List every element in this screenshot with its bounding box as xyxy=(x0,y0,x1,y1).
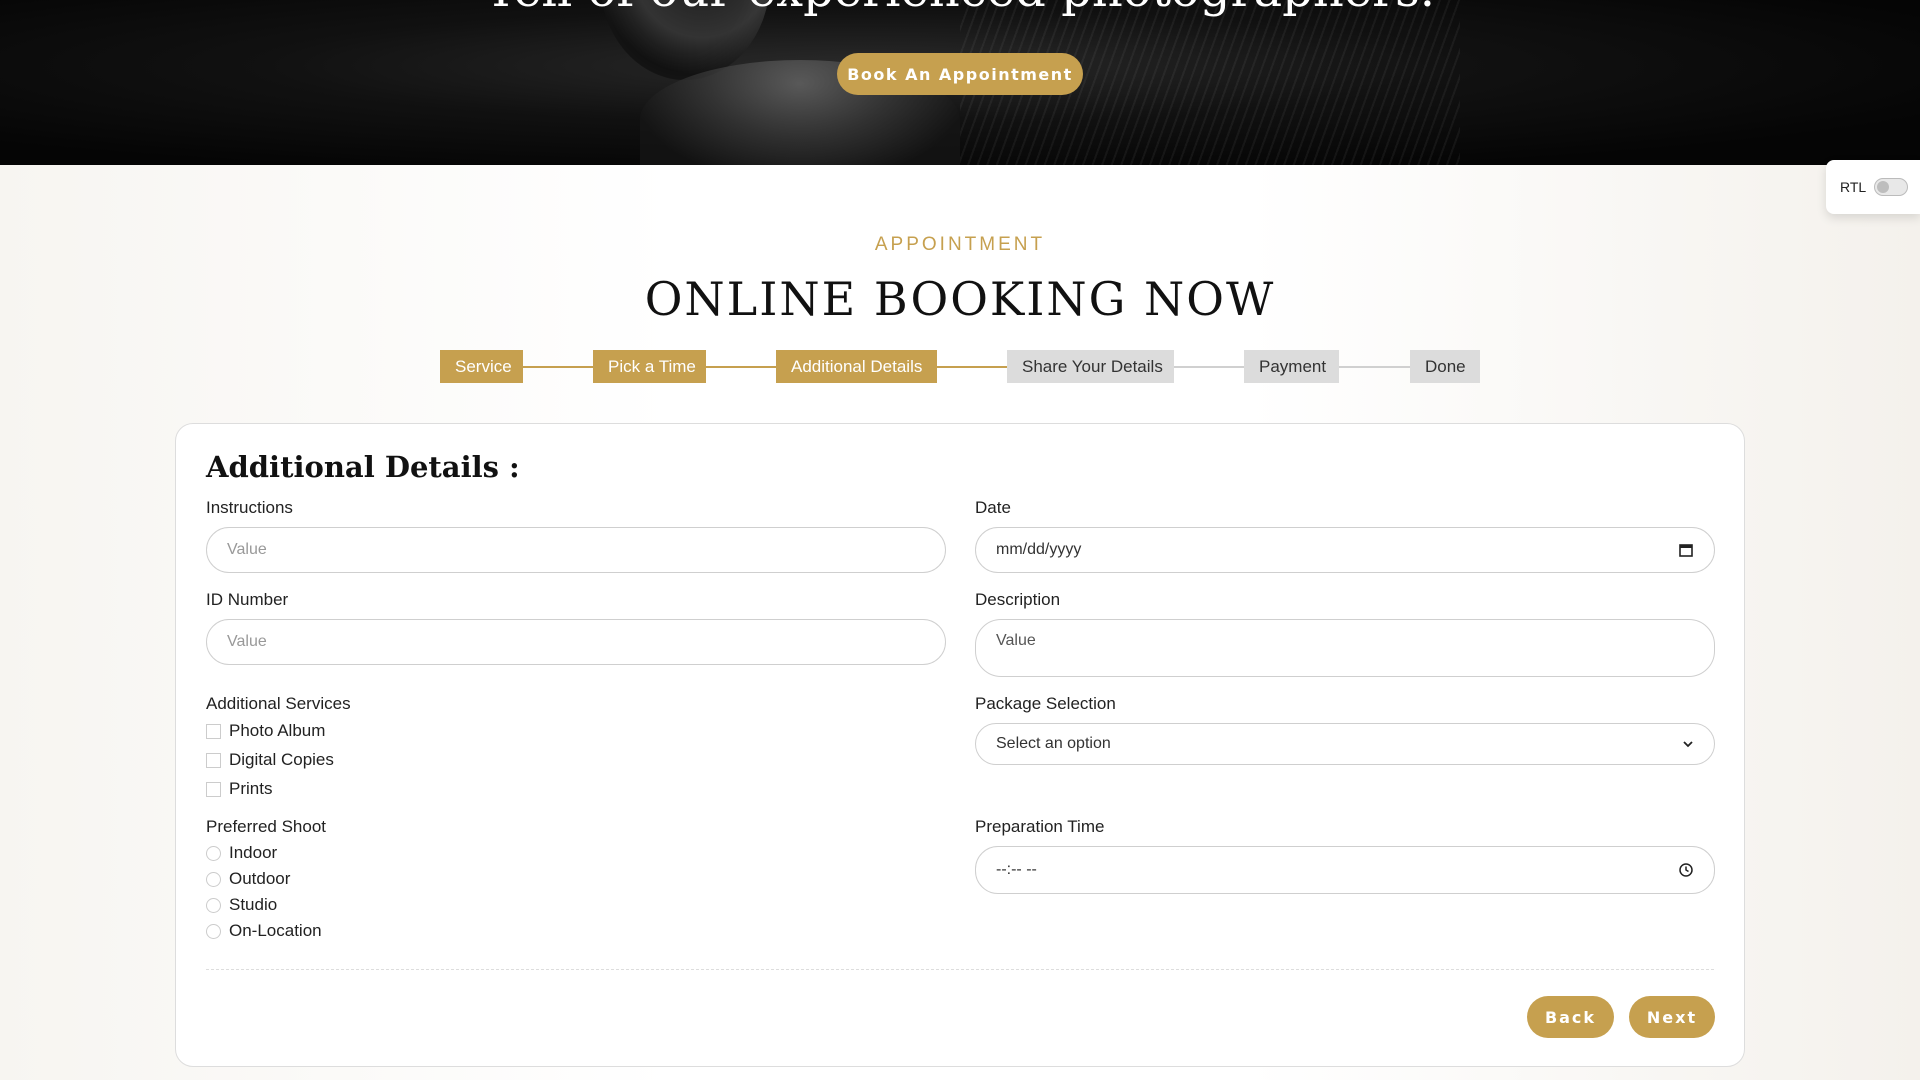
section-eyebrow: APPOINTMENT xyxy=(874,234,1046,255)
radio-button[interactable] xyxy=(206,871,221,887)
option-label: Digital Copies xyxy=(229,750,334,769)
step-connector xyxy=(520,366,593,368)
shoot-option-indoor[interactable]: Indoor xyxy=(206,843,277,863)
step-additional-details[interactable]: Additional Details xyxy=(776,350,937,383)
hero-headline: Tell of our experienced photographers. xyxy=(0,0,1920,18)
additional-services-label: Additional Services xyxy=(206,694,351,713)
id-number-input[interactable]: Value xyxy=(206,619,946,665)
shoot-option-studio[interactable]: Studio xyxy=(206,895,277,915)
checkbox[interactable] xyxy=(206,752,221,768)
option-label: Prints xyxy=(229,779,273,798)
shoot-option-outdoor[interactable]: Outdoor xyxy=(206,869,290,889)
form-divider xyxy=(206,969,1714,970)
step-done[interactable]: Done xyxy=(1410,350,1480,383)
step-service[interactable]: Service xyxy=(440,350,523,383)
hero-banner: Tell of our experienced photographers. B… xyxy=(0,0,1920,165)
service-option-prints[interactable]: Prints xyxy=(206,779,272,799)
date-input[interactable]: mm/dd/yyyy xyxy=(975,527,1715,573)
service-option-digital-copies[interactable]: Digital Copies xyxy=(206,750,334,770)
description-textarea[interactable]: Value xyxy=(975,619,1715,677)
back-button[interactable]: Back xyxy=(1527,996,1614,1038)
instructions-placeholder: Value xyxy=(227,541,267,558)
id-number-label: ID Number xyxy=(206,590,289,609)
option-label: Outdoor xyxy=(229,869,291,888)
description-placeholder: Value xyxy=(996,632,1036,649)
instructions-input[interactable]: Value xyxy=(206,527,946,573)
service-option-photo-album[interactable]: Photo Album xyxy=(206,721,325,741)
step-connector xyxy=(705,366,777,368)
shoot-option-on-location[interactable]: On-Location xyxy=(206,921,322,941)
step-pick-a-time[interactable]: Pick a Time xyxy=(593,350,706,383)
step-connector xyxy=(936,366,1008,368)
checkbox[interactable] xyxy=(206,781,221,797)
description-label: Description xyxy=(975,590,1061,609)
book-appointment-button[interactable]: Book An Appointment xyxy=(837,53,1083,95)
option-label: Studio xyxy=(229,895,278,914)
preferred-shoot-label: Preferred Shoot xyxy=(206,817,327,836)
package-selected-value: Select an option xyxy=(996,735,1111,752)
calendar-icon[interactable] xyxy=(1678,542,1694,558)
next-button[interactable]: Next xyxy=(1629,996,1715,1038)
step-connector xyxy=(1173,366,1245,368)
option-label: Photo Album xyxy=(229,721,326,740)
time-placeholder: --:-- -- xyxy=(996,861,1037,878)
option-label: Indoor xyxy=(229,843,278,862)
radio-button[interactable] xyxy=(206,845,221,861)
preparation-time-label: Preparation Time xyxy=(975,817,1105,836)
id-number-placeholder: Value xyxy=(227,633,267,650)
chevron-down-icon xyxy=(1682,738,1694,750)
rtl-toggle[interactable]: RTL xyxy=(1826,160,1920,214)
checkbox[interactable] xyxy=(206,723,221,739)
clock-icon[interactable] xyxy=(1678,862,1694,878)
rtl-switch[interactable] xyxy=(1874,178,1909,196)
section-title: ONLINE BOOKING NOW xyxy=(644,272,1276,326)
date-label: Date xyxy=(975,498,1011,517)
radio-button[interactable] xyxy=(206,897,221,913)
instructions-label: Instructions xyxy=(206,498,293,517)
step-connector xyxy=(1338,366,1410,368)
radio-button[interactable] xyxy=(206,923,221,939)
preparation-time-input[interactable]: --:-- -- xyxy=(975,846,1715,894)
option-label: On-Location xyxy=(229,921,322,940)
package-select[interactable]: Select an option xyxy=(975,723,1715,765)
additional-details-card: Additional Details : Instructions Value … xyxy=(175,423,1745,1067)
step-share-your-details[interactable]: Share Your Details xyxy=(1007,350,1174,383)
form-title: Additional Details : xyxy=(206,450,520,484)
booking-stepper: Service Pick a Time Additional Details S… xyxy=(0,350,1920,384)
package-selection-label: Package Selection xyxy=(975,694,1116,713)
switch-knob xyxy=(1877,181,1890,193)
rtl-label: RTL xyxy=(1840,179,1867,195)
step-payment[interactable]: Payment xyxy=(1244,350,1339,383)
date-placeholder: mm/dd/yyyy xyxy=(996,541,1082,558)
